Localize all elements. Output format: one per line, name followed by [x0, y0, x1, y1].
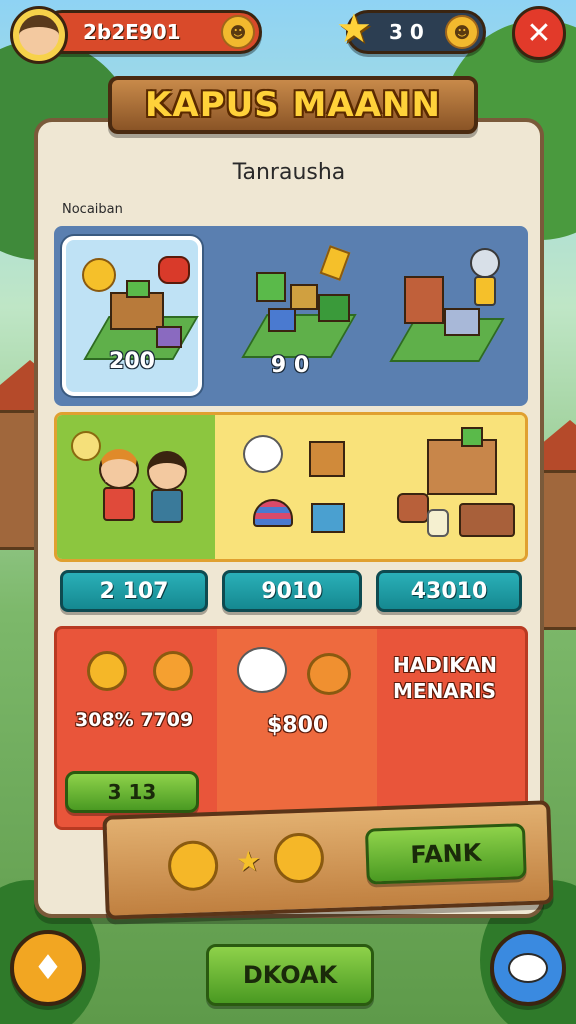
- brick-house-icon: [404, 276, 444, 324]
- wood-board: ★ FANK: [102, 800, 554, 920]
- builder-body: [474, 276, 496, 306]
- shop-card-3[interactable]: [374, 236, 514, 396]
- building-block-icon: [256, 272, 286, 302]
- close-button[interactable]: ✕: [512, 6, 566, 60]
- small-star-icon: ★: [235, 844, 262, 879]
- flower-basket-icon: [397, 493, 429, 523]
- value-button-2-label: 9010: [261, 578, 323, 604]
- striped-dome-icon: [253, 499, 293, 527]
- fank-button-label: FANK: [409, 838, 482, 870]
- small-crate-icon: [156, 326, 182, 348]
- tag-button[interactable]: ♦: [10, 930, 86, 1006]
- balloon-icon: [71, 431, 101, 461]
- fank-button[interactable]: FANK: [364, 823, 527, 885]
- row3-action-button[interactable]: 3 13: [65, 771, 199, 813]
- pet-icon: [508, 953, 548, 983]
- boy-body: [151, 489, 183, 523]
- crate-icon: [290, 284, 318, 310]
- title-banner: KAPUS MAANN: [108, 76, 478, 134]
- items-card[interactable]: [215, 415, 525, 559]
- page-title: KAPUS MAANN: [145, 85, 441, 125]
- smiley-coin-icon: ☻: [221, 15, 255, 49]
- coin-counter: 2b2E901 ☻: [40, 10, 262, 54]
- gold-shard-icon: [319, 245, 351, 281]
- star-icon: ★: [336, 6, 372, 52]
- row3-left-value: 308% 7709: [75, 709, 194, 731]
- section-label: Nocaiban: [62, 202, 123, 217]
- star-value: 3 0: [389, 20, 424, 44]
- player-avatar[interactable]: [10, 6, 68, 64]
- red-hat-icon: [158, 256, 190, 284]
- brown-pet-icon: [307, 653, 351, 695]
- shop-building-icon: [427, 439, 497, 495]
- sun-creature-icon: [87, 651, 127, 691]
- dkoak-button[interactable]: DKOAK: [206, 944, 374, 1006]
- green-cube-icon: [461, 427, 483, 447]
- jar-icon: [427, 509, 449, 537]
- gold-coin-icon: [82, 258, 116, 292]
- value-button-1-label: 2 107: [99, 578, 169, 604]
- orange-creature-icon: [153, 651, 193, 691]
- gift-icon: [126, 280, 150, 298]
- row3-action-button-label: 3 13: [107, 780, 157, 804]
- ghost-pet-icon: [243, 435, 283, 473]
- shop-row-1: 200 9 0: [54, 226, 528, 406]
- card-1-value: 200: [109, 349, 155, 374]
- girl-body: [103, 487, 135, 521]
- lion-critter-icon: [167, 839, 219, 892]
- stone-block-icon: [444, 308, 480, 336]
- friends-card[interactable]: [57, 415, 215, 559]
- shop-card-2[interactable]: 9 0: [220, 236, 360, 396]
- green-box-icon: [318, 294, 350, 322]
- safe-box-icon: [309, 441, 345, 477]
- shop-row-2: [54, 412, 528, 562]
- tag-icon: ♦: [32, 948, 64, 988]
- shop-card-1[interactable]: 200: [62, 236, 202, 396]
- builder-character-icon: [470, 248, 500, 278]
- value-button-2[interactable]: 9010: [222, 570, 362, 612]
- panel-subtitle: Tanrausha: [232, 160, 346, 185]
- coin-icon: ☻: [445, 15, 479, 49]
- gift-box-icon: [311, 503, 345, 533]
- pet-button[interactable]: [490, 930, 566, 1006]
- girl-character-icon: [99, 449, 139, 489]
- bear-critter-icon: [273, 832, 325, 884]
- player-face-icon: [19, 15, 59, 55]
- value-button-3-label: 43010: [410, 578, 488, 604]
- boy-character-icon: [147, 451, 187, 491]
- close-icon: ✕: [526, 15, 552, 51]
- fruit-crate-icon: [459, 503, 515, 537]
- row3-mid-value: $800: [267, 713, 329, 738]
- coin-value: 2b2E901: [83, 20, 181, 44]
- row3-right-label-line2: MENARIS: [393, 679, 497, 703]
- dkoak-button-label: DKOAK: [242, 961, 338, 989]
- white-pet-icon: [237, 647, 287, 693]
- main-panel: Tanrausha Nocaiban 200 9 0 2 107 9010 43…: [34, 118, 544, 918]
- value-button-3[interactable]: 43010: [376, 570, 522, 612]
- card-2-value: 9 0: [270, 353, 310, 378]
- blue-box-icon: [268, 308, 296, 332]
- value-button-1[interactable]: 2 107: [60, 570, 208, 612]
- row3-right-label-line1: HADIKAN: [393, 653, 497, 677]
- shop-row-3: 308% 7709 $800 HADIKAN MENARIS 3 13: [54, 626, 528, 830]
